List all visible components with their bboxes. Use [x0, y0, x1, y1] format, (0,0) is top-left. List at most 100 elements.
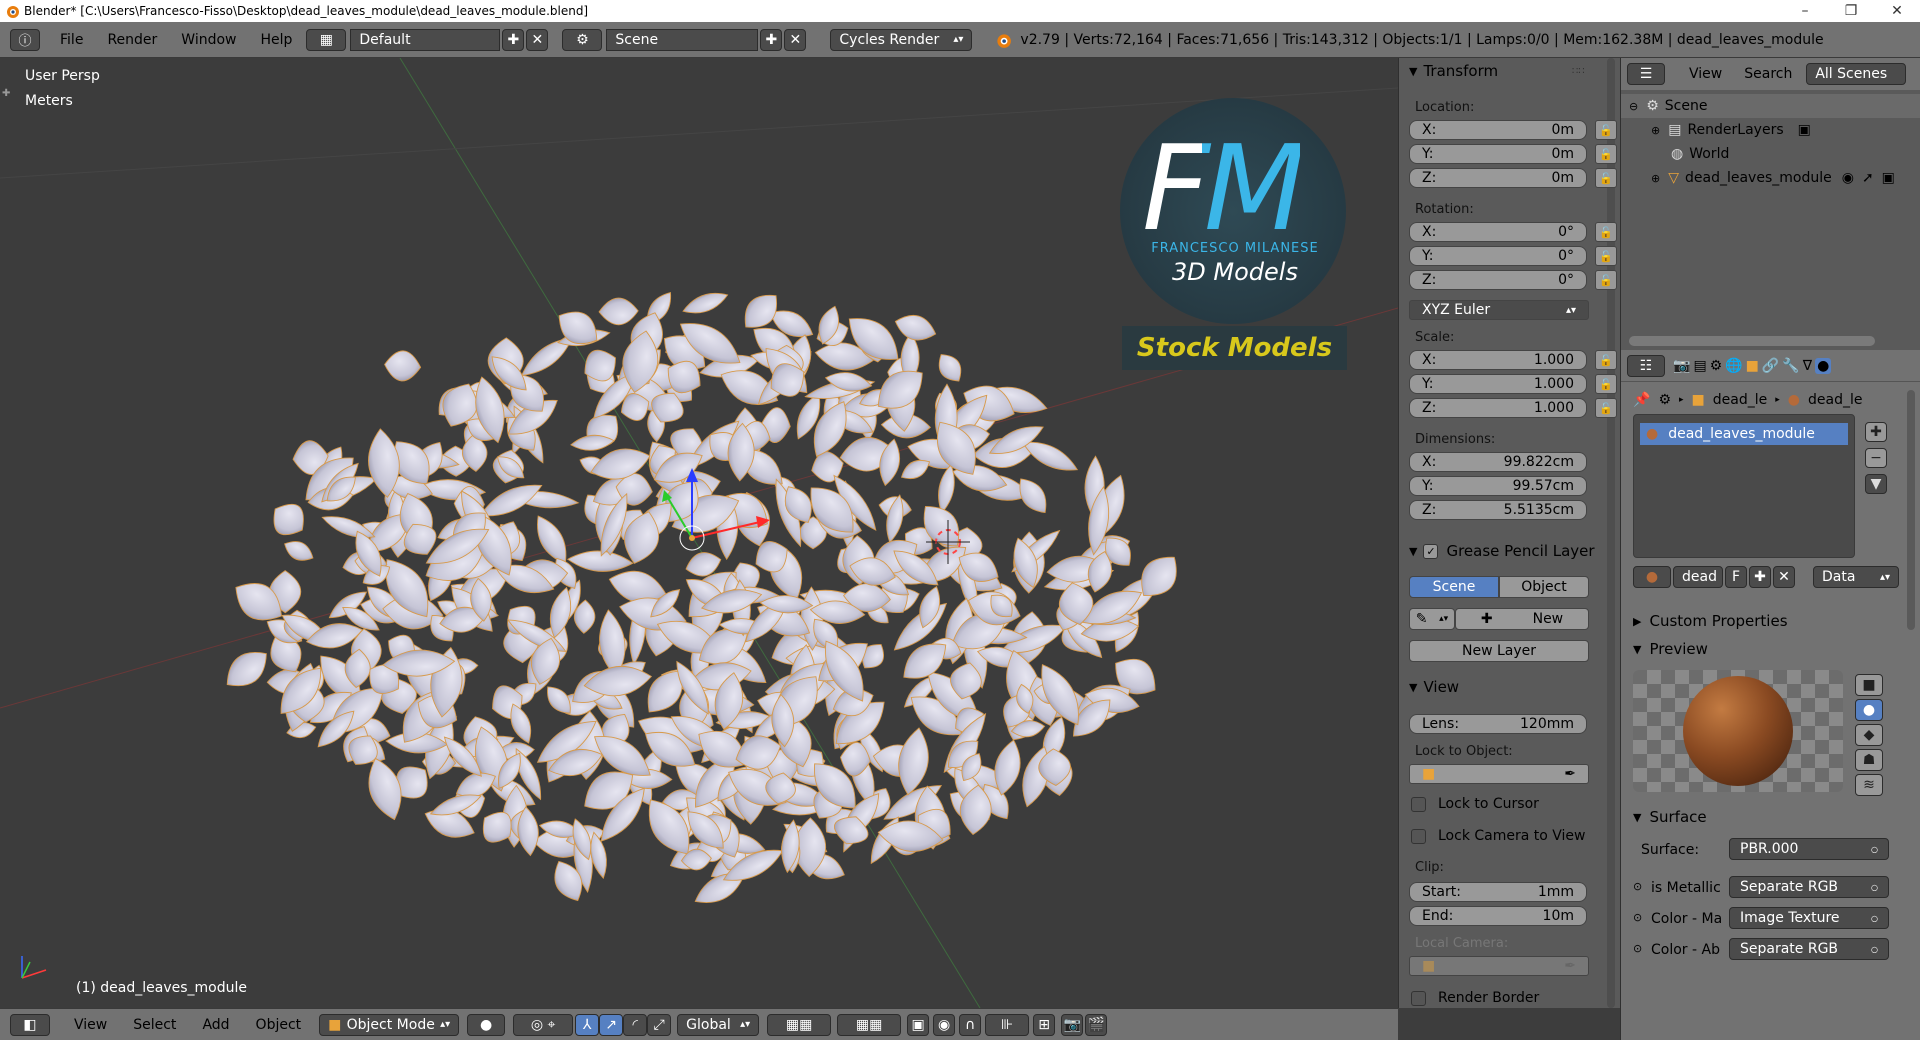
- eye-icon[interactable]: ◉: [1842, 170, 1854, 186]
- translate-manipulator-icon[interactable]: ↗: [599, 1013, 624, 1036]
- outliner-row[interactable]: ◍ World: [1621, 142, 1920, 166]
- location-x-field[interactable]: X: 0m: [1409, 120, 1587, 140]
- grease-new-button[interactable]: ✚ New: [1455, 608, 1589, 630]
- fake-user-button[interactable]: F: [1725, 566, 1747, 588]
- orientation-dropdown[interactable]: Global ▴▾: [677, 1013, 760, 1036]
- menu-help[interactable]: Help: [260, 32, 292, 48]
- layer-lock-icon[interactable]: ▣: [907, 1013, 930, 1036]
- lock-camera-row[interactable]: Lock Camera to View: [1411, 828, 1586, 844]
- scene-field[interactable]: Scene: [606, 28, 759, 51]
- layers-grid-2[interactable]: ▦▦: [837, 1013, 902, 1036]
- close-button[interactable]: ✕: [1874, 0, 1920, 22]
- pivot-and-manipulator-buttons[interactable]: ◎ ⌖: [513, 1013, 574, 1036]
- grease-tab-scene[interactable]: Scene: [1409, 576, 1499, 598]
- surface-input-field[interactable]: Separate RGB ○: [1729, 938, 1889, 960]
- eyedropper-icon[interactable]: ✒: [1564, 958, 1576, 974]
- menu-file[interactable]: File: [60, 32, 83, 48]
- scale-x-field[interactable]: X: 1.000: [1409, 350, 1587, 370]
- preview-header[interactable]: ▼ Preview: [1633, 640, 1708, 658]
- add-scene-icon[interactable]: ✚: [760, 28, 783, 51]
- outliner-display-mode[interactable]: All Scenes: [1806, 63, 1907, 85]
- lock-icon[interactable]: 🔓: [1595, 246, 1617, 266]
- material-tab-icon[interactable]: ●: [1815, 357, 1832, 374]
- snap-icon[interactable]: ∩: [959, 1013, 982, 1036]
- outliner-menu-search[interactable]: Search: [1744, 66, 1792, 82]
- slot-specials-button[interactable]: ▼: [1865, 474, 1887, 494]
- render-animation-icon[interactable]: 🎬: [1085, 1013, 1108, 1036]
- scene-select-button[interactable]: ⚙: [562, 28, 603, 51]
- new-material-icon[interactable]: ✚: [1749, 566, 1771, 588]
- menu-window[interactable]: Window: [181, 32, 236, 48]
- delete-layout-icon[interactable]: ✕: [526, 28, 549, 51]
- lock-camera-checkbox[interactable]: [1411, 828, 1426, 844]
- camera-render-icon[interactable]: ▣: [1882, 170, 1895, 186]
- browse-material-button[interactable]: ●: [1633, 566, 1671, 588]
- rotation-mode-dropdown[interactable]: XYZ Euler ▴▾: [1409, 300, 1589, 320]
- dead-leaves-mesh[interactable]: [218, 286, 1187, 911]
- grease-pencil-panel-header[interactable]: ▼ ✓ Grease Pencil Layer: [1405, 542, 1595, 560]
- menu-render[interactable]: Render: [107, 32, 157, 48]
- viewport-shading-button[interactable]: ●: [467, 1013, 506, 1036]
- lock-cursor-row[interactable]: Lock to Cursor: [1411, 796, 1539, 812]
- editor-type-info-button[interactable]: ⓘ: [10, 28, 40, 51]
- dimensions-z-field[interactable]: Z: 5.5135cm: [1409, 500, 1587, 520]
- lock-icon[interactable]: 🔓: [1595, 374, 1617, 394]
- outliner-row[interactable]: ⊖ ⚙ Scene: [1621, 94, 1920, 118]
- expand-toggle-icon[interactable]: ⊕: [1651, 172, 1660, 185]
- lock-icon[interactable]: 🔓: [1595, 120, 1617, 140]
- 3d-viewport[interactable]: User Persp Meters (1) dead_leaves_module…: [0, 58, 1398, 1008]
- minimize-button[interactable]: –: [1782, 0, 1828, 22]
- cursor-select-icon[interactable]: ➚: [1862, 170, 1874, 186]
- clip-end-field[interactable]: End: 10m: [1409, 906, 1587, 926]
- add-slot-button[interactable]: ✚: [1865, 422, 1887, 442]
- rotation-x-field[interactable]: X: 0°: [1409, 222, 1587, 242]
- lens-field[interactable]: Lens: 120mm: [1409, 714, 1587, 734]
- lock-icon[interactable]: 🔓: [1595, 168, 1617, 188]
- preview-monkey-icon[interactable]: ☗: [1855, 749, 1883, 771]
- vp-menu-select[interactable]: Select: [133, 1017, 176, 1033]
- outliner-hscrollbar[interactable]: [1629, 336, 1875, 346]
- surface-input-field[interactable]: Separate RGB ○: [1729, 876, 1889, 898]
- outliner-menu-view[interactable]: View: [1689, 66, 1722, 82]
- vp-menu-object[interactable]: Object: [256, 1017, 302, 1033]
- layers-grid-1[interactable]: ▦▦: [767, 1013, 832, 1036]
- node-socket-icon[interactable]: ⊙: [1633, 880, 1642, 893]
- surface-shader-field[interactable]: PBR.000 ○: [1729, 838, 1889, 860]
- proportional-edit-icon[interactable]: ◉: [933, 1013, 956, 1036]
- delete-scene-icon[interactable]: ✕: [784, 28, 807, 51]
- local-camera-field[interactable]: ■ ✒: [1409, 956, 1589, 976]
- modifiers-tab-icon[interactable]: 🔧: [1782, 358, 1799, 374]
- lock-icon[interactable]: 🔓: [1595, 222, 1617, 242]
- data-tab-icon[interactable]: ∇: [1803, 358, 1812, 374]
- clip-start-field[interactable]: Start: 1mm: [1409, 882, 1587, 902]
- screen-layout-field[interactable]: Default: [350, 28, 501, 51]
- render-border-checkbox[interactable]: [1411, 990, 1426, 1006]
- custom-properties-header[interactable]: ▶ Custom Properties: [1633, 612, 1788, 630]
- location-y-field[interactable]: Y: 0m: [1409, 144, 1587, 164]
- manipulator-toggle-icon[interactable]: ⅄: [575, 1013, 600, 1036]
- pin-icon[interactable]: 📌: [1633, 392, 1650, 408]
- render-layers-tab-icon[interactable]: ▤: [1693, 358, 1706, 374]
- node-socket-icon[interactable]: ⊙: [1633, 911, 1642, 924]
- preview-flat-icon[interactable]: ■: [1855, 674, 1883, 696]
- render-border-row[interactable]: Render Border: [1411, 990, 1539, 1006]
- render-image-icon[interactable]: 📷: [1061, 1013, 1084, 1036]
- viewport-toolshelf-toggle[interactable]: ✚: [2, 88, 10, 99]
- preview-sphere-icon[interactable]: ●: [1855, 699, 1883, 721]
- dimensions-y-field[interactable]: Y: 99.57cm: [1409, 476, 1587, 496]
- scale-y-field[interactable]: Y: 1.000: [1409, 374, 1587, 394]
- lock-object-field[interactable]: ■ ✒: [1409, 764, 1589, 784]
- grease-pencil-checkbox[interactable]: ✓: [1423, 543, 1439, 559]
- remove-slot-button[interactable]: −: [1865, 448, 1887, 468]
- material-name-field[interactable]: dead: [1673, 566, 1723, 588]
- world-tab-icon[interactable]: 🌐: [1725, 358, 1742, 374]
- scale-z-field[interactable]: Z: 1.000: [1409, 398, 1587, 418]
- eyedropper-icon[interactable]: ✒: [1564, 766, 1576, 782]
- link-dropdown[interactable]: Data ▴▾: [1813, 566, 1899, 588]
- preview-hair-icon[interactable]: ≋: [1855, 774, 1883, 796]
- expand-toggle-icon[interactable]: ⊖: [1629, 100, 1638, 113]
- rotation-z-field[interactable]: Z: 0°: [1409, 270, 1587, 290]
- render-engine-dropdown[interactable]: Cycles Render ▴▾: [830, 28, 973, 51]
- location-z-field[interactable]: Z: 0m: [1409, 168, 1587, 188]
- scale-manipulator-icon[interactable]: ⤢: [647, 1013, 672, 1036]
